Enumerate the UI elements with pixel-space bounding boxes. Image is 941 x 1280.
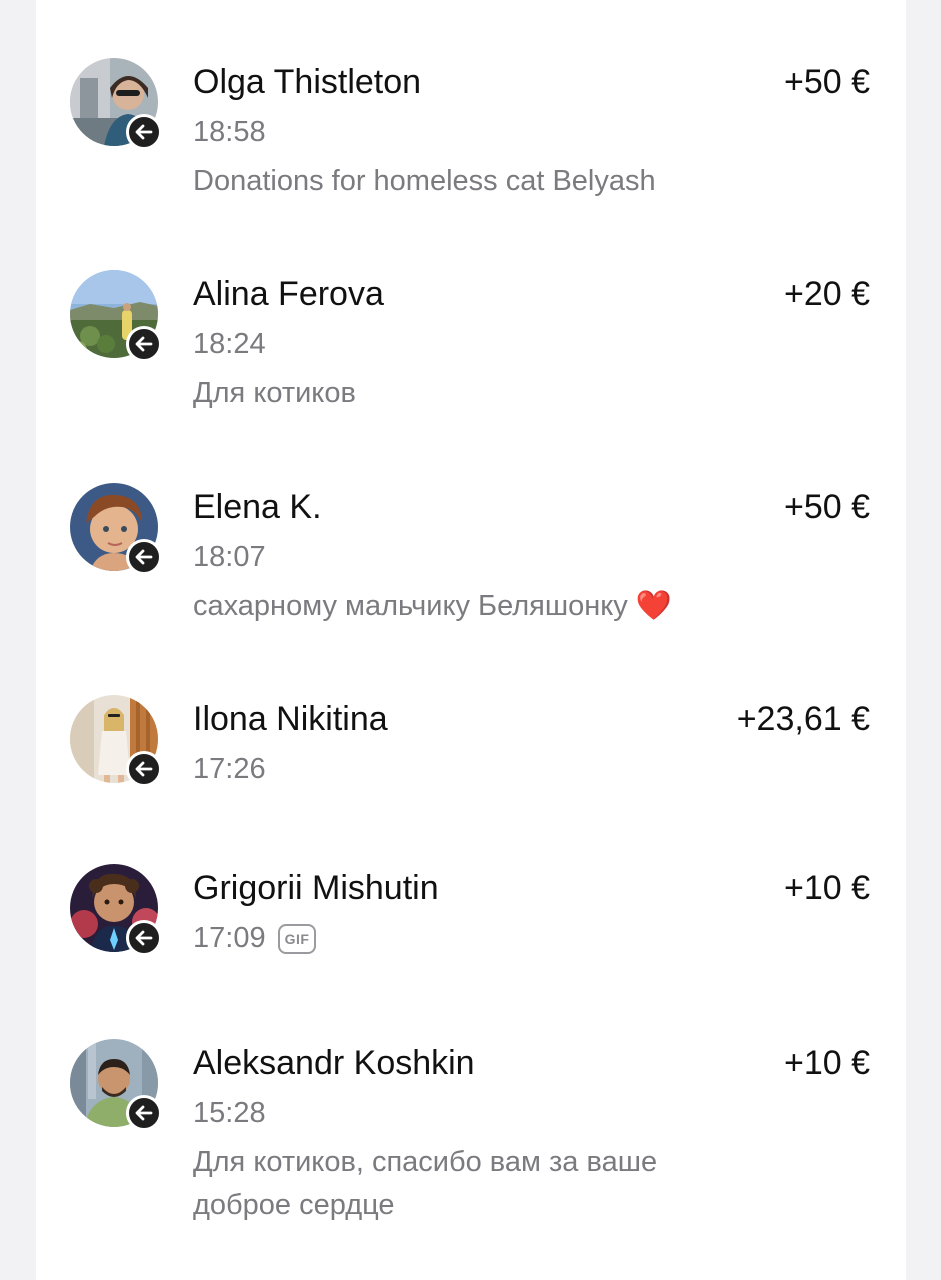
- time-row: 17:09 GIF: [193, 922, 317, 955]
- avatar-wrapper: [70, 483, 162, 575]
- transactions-panel: Olga Thistleton +50 € 18:58 Donations fo…: [36, 0, 906, 1280]
- incoming-badge: [126, 326, 162, 362]
- arrow-left-icon: [135, 761, 153, 777]
- time: 18:07: [193, 541, 266, 573]
- transaction-item[interactable]: Aleksandr Koshkin +10 € 15:28 Для котико…: [36, 1039, 906, 1239]
- time: 17:09: [193, 922, 266, 954]
- transaction-item[interactable]: Alina Ferova +20 € 18:24 Для котиков: [36, 270, 906, 430]
- arrow-left-icon: [135, 549, 153, 565]
- sender-name: Ilona Nikitina: [193, 700, 388, 738]
- time: 15:28: [193, 1097, 266, 1129]
- incoming-badge: [126, 114, 162, 150]
- comment: Для котиков, спасибо вам за ваше доброе …: [193, 1146, 658, 1221]
- comment-text: сахарному мальчику Беляшонку: [193, 590, 628, 622]
- sender-name: Alina Ferova: [193, 275, 384, 313]
- amount: +50 €: [783, 488, 870, 526]
- incoming-badge: [126, 920, 162, 956]
- sender-name: Grigorii Mishutin: [193, 869, 439, 907]
- gif-badge: GIF: [277, 923, 317, 954]
- heart-emoji-icon: ❤️: [635, 590, 672, 622]
- avatar-wrapper: [70, 270, 162, 362]
- transaction-item[interactable]: Elena K. +50 € 18:07 сахарному мальчику …: [36, 483, 906, 643]
- time-row: 18:07: [193, 541, 266, 574]
- arrow-left-icon: [135, 124, 153, 140]
- avatar-wrapper: [70, 58, 162, 150]
- time-row: 17:26: [193, 753, 266, 786]
- sender-name: Olga Thistleton: [193, 63, 422, 101]
- avatar-wrapper: [70, 695, 162, 787]
- amount: +20 €: [783, 275, 870, 313]
- amount: +50 €: [783, 63, 870, 101]
- time: 18:24: [193, 328, 266, 360]
- amount: +10 €: [783, 869, 870, 907]
- arrow-left-icon: [135, 1105, 153, 1121]
- time: 17:26: [193, 753, 266, 785]
- arrow-left-icon: [135, 930, 153, 946]
- amount: +23,61 €: [736, 700, 870, 738]
- transaction-item[interactable]: Grigorii Mishutin +10 € 17:09 GIF: [36, 864, 906, 964]
- avatar-wrapper: [70, 1039, 162, 1131]
- transaction-item[interactable]: Olga Thistleton +50 € 18:58 Donations fo…: [36, 58, 906, 218]
- time: 18:58: [193, 116, 266, 148]
- arrow-left-icon: [135, 336, 153, 352]
- incoming-badge: [126, 539, 162, 575]
- sender-name: Aleksandr Koshkin: [193, 1044, 475, 1082]
- time-row: 18:24: [193, 328, 266, 361]
- avatar-wrapper: [70, 864, 162, 956]
- time-row: 15:28: [193, 1097, 266, 1130]
- incoming-badge: [126, 1095, 162, 1131]
- transaction-item[interactable]: Ilona Nikitina +23,61 € 17:26: [36, 695, 906, 795]
- sender-name: Elena K.: [193, 488, 322, 526]
- incoming-badge: [126, 751, 162, 787]
- comment: Для котиков: [193, 377, 356, 409]
- comment: сахарному мальчику Беляшонку ❤️: [193, 585, 753, 628]
- comment: Donations for homeless cat Belyash: [193, 165, 656, 197]
- time-row: 18:58: [193, 116, 266, 149]
- amount: +10 €: [783, 1044, 870, 1082]
